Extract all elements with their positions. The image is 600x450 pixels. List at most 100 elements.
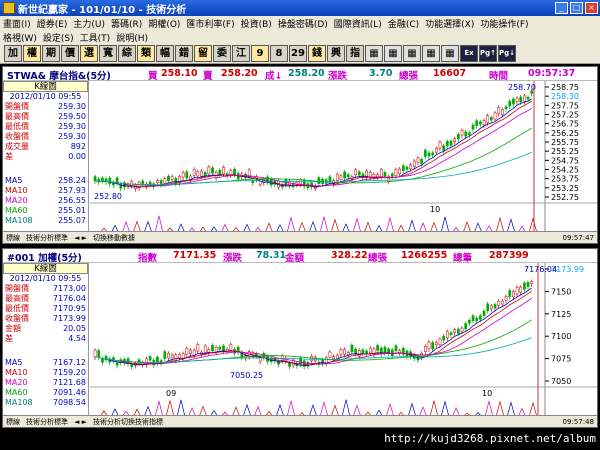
menu-item-row1-7[interactable]: 操盤密碼(D) (275, 17, 331, 30)
status-segment-3[interactable]: 技術分析切換技術指標 (90, 417, 166, 427)
symbol-name: #001 加權(5分) (7, 253, 82, 264)
close-button[interactable]: × (585, 2, 598, 14)
candle-body (350, 344, 354, 353)
info-value: 259.30 (58, 102, 86, 111)
menu-item-row1-8[interactable]: 國際資訊(L) (331, 17, 385, 30)
toolbar-button-11[interactable]: 委 (213, 45, 231, 62)
status-segment-2[interactable]: ◄ ► (71, 234, 90, 242)
status-segment-1[interactable]: 技術分析標準 (23, 417, 71, 427)
futures-chart-panel: STWA& 摩台指&(5分) 買 258.10 賣 258.20 成↓ 258.… (2, 66, 598, 244)
toolbar-button-17[interactable]: 興 (327, 45, 345, 62)
candle-body (211, 344, 214, 351)
status-segment-4: 09:57:48 (562, 417, 594, 426)
y-tick-label: 7150 (551, 287, 571, 296)
candlestick-chart[interactable]: 7173.99 7150 7125 7100 7075 7050 7176.04 7050.2… (90, 263, 597, 417)
menu-item-row1-11[interactable]: 功能操作(F) (477, 17, 531, 30)
page-down-icon[interactable]: Pg↓ (498, 45, 516, 62)
toolbar-button-2[interactable]: 期 (42, 45, 60, 62)
menu-item-row2-0[interactable]: 格視(W) (0, 31, 40, 44)
candle-body (328, 351, 332, 358)
toolbar-button-1[interactable]: 權 (23, 45, 41, 62)
ma-key: MA108 (5, 398, 33, 407)
y-tick-label: 256.25 (551, 129, 579, 138)
table-icon[interactable]: ▦ (403, 45, 421, 62)
candle-body (97, 350, 101, 358)
menu-item-row1-2[interactable]: 主力(U) (70, 17, 108, 30)
app-icon (3, 2, 15, 14)
menu-item-row2-1[interactable]: 設定(S) (40, 31, 77, 44)
status-segment-2[interactable]: ◄ ► (71, 418, 90, 426)
info-row: 收盤價 259.30 (3, 132, 88, 142)
candle-body (431, 342, 435, 350)
candle-body (332, 356, 335, 360)
list-icon[interactable]: ▦ (422, 45, 440, 62)
menu-item-row1-6[interactable]: 投資(B) (238, 17, 275, 30)
toolbar-button-7[interactable]: 類 (137, 45, 155, 62)
menu-item-row1-4[interactable]: 期權(O) (145, 17, 183, 30)
candle-body (457, 133, 460, 140)
menu-item-row1-3[interactable]: 籌碼(R) (108, 17, 145, 30)
candle-body (335, 173, 339, 181)
ma-key: MA60 (5, 388, 28, 397)
toolbar-button-3[interactable]: 價 (61, 45, 79, 62)
info-key: 差 (5, 334, 13, 343)
symbol-name: STWA& 摩台指&(5分) (7, 71, 111, 82)
candle-body (130, 364, 134, 367)
link-icon[interactable]: ▦ (441, 45, 459, 62)
ma-row: MA5 7167.12 (3, 358, 88, 368)
grid-icon[interactable]: ▦ (365, 45, 383, 62)
candle-body (519, 286, 523, 293)
candle-body (357, 171, 361, 176)
info-row: 金額 20.05 (3, 324, 88, 334)
maximize-button[interactable]: □ (570, 2, 583, 14)
candle-body (346, 174, 350, 178)
toolbar-button-16[interactable]: 錢 (308, 45, 326, 62)
menu-item-row2-3[interactable]: 說明(H) (113, 31, 151, 44)
minimize-button[interactable]: _ (555, 2, 568, 14)
ma-row: MA20 256.55 (3, 196, 88, 206)
toolbar-button-12[interactable]: 江 (232, 45, 250, 62)
candle-body (464, 323, 468, 330)
info-row: 開盤價 259.30 (3, 102, 88, 112)
menu-item-row1-9[interactable]: 金融(C) (385, 17, 422, 30)
toolbar-button-0[interactable]: 加 (4, 45, 22, 62)
candle-body (490, 117, 493, 121)
menu-item-row1-1[interactable]: 證券(E) (34, 17, 71, 30)
candle-body (457, 328, 460, 334)
toolbar-button-18[interactable]: 指 (346, 45, 364, 62)
exit-icon[interactable]: Ex (460, 45, 478, 62)
toolbar-button-13[interactable]: 9 (251, 45, 269, 62)
toolbar-button-6[interactable]: 綜 (118, 45, 136, 62)
menu-item-row1-5[interactable]: 匯市利率(F) (183, 17, 237, 30)
toolbar-button-4[interactable]: 選 (80, 45, 98, 62)
amount-value: 328.22 (331, 250, 368, 261)
status-segment-0[interactable]: 標線 (3, 417, 23, 427)
chart-icon[interactable]: ▦ (384, 45, 402, 62)
toolbar-button-15[interactable]: 29 (289, 45, 307, 62)
k-chart-label: K線圖 (3, 263, 88, 274)
candle-body (412, 160, 416, 168)
candle-body (181, 172, 185, 178)
toolbar-button-14[interactable]: 8 (270, 45, 288, 62)
ma-key: MA5 (5, 176, 23, 185)
candle-body (196, 170, 200, 177)
status-segment-1[interactable]: 技術分析標準 (23, 233, 71, 243)
toolbar-button-5[interactable]: 寬 (99, 45, 117, 62)
candle-body (383, 172, 387, 177)
menu-item-row1-10[interactable]: 功能選擇(X) (422, 17, 477, 30)
status-segment-3[interactable]: 切換移動數據 (90, 233, 138, 243)
toolbar-button-9[interactable]: 錯 (175, 45, 193, 62)
menu-item-row1-0[interactable]: 畫面(I) (0, 17, 34, 30)
candlestick-chart[interactable]: 258.75 258.30 257.75 257.25 256.75 256.25 255.… (90, 81, 597, 233)
status-segment-0[interactable]: 標線 (3, 233, 23, 243)
ma-row: MA108 255.07 (3, 216, 88, 226)
candle-body (486, 303, 490, 311)
page-up-icon[interactable]: Pg↑ (479, 45, 497, 62)
ma-value: 258.24 (58, 176, 86, 185)
candle-body (442, 335, 446, 341)
toolbar-button-10[interactable]: 留 (194, 45, 212, 62)
menu-item-row2-2[interactable]: 工具(T) (77, 31, 114, 44)
toolbar-button-8[interactable]: 幅 (156, 45, 174, 62)
chart-svg: 7173.99715071257100707570507176.047050.2… (90, 263, 597, 417)
candle-body (390, 349, 394, 356)
